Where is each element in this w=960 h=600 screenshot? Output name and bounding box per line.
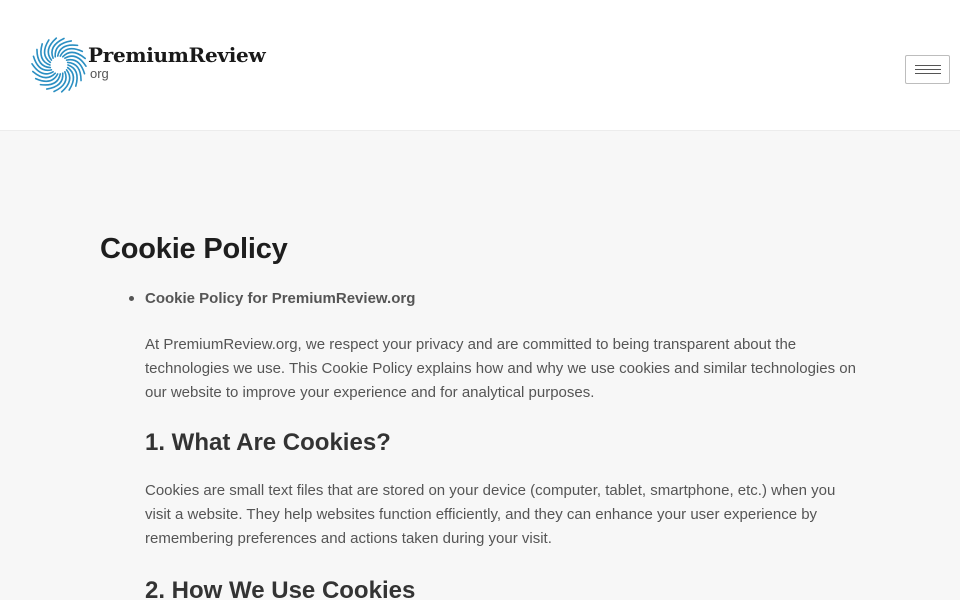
menu-toggle-button[interactable] [905,55,950,84]
intro-paragraph: At PremiumReview.org, we respect your pr… [145,336,856,401]
hamburger-icon [915,64,941,75]
item-heading: Cookie Policy for PremiumReview.org [145,290,416,307]
policy-list: Cookie Policy for PremiumReview.org At P… [100,289,860,600]
logo-text: PremiumReview org [88,43,266,81]
hamburger-line [915,73,941,74]
logo-name: PremiumReview [88,43,266,67]
hamburger-line [915,65,941,66]
logo-tld: org [90,66,109,81]
section-heading-how-we-use-cookies: 2. How We Use Cookies [145,577,416,600]
section-heading-what-are-cookies: 1. What Are Cookies? [145,429,391,456]
site-header: PremiumReview org [0,0,960,131]
bullet-icon [129,296,134,301]
site-logo[interactable]: PremiumReview org [31,37,266,93]
main-content: Cookie Policy Cookie Policy for PremiumR… [100,232,860,600]
hamburger-line [915,69,941,70]
spiral-logo-icon [31,37,87,93]
page-title: Cookie Policy [100,233,288,265]
section-paragraph-what-are-cookies: Cookies are small text files that are st… [145,482,836,547]
list-item: Cookie Policy for PremiumReview.org At P… [129,289,860,600]
